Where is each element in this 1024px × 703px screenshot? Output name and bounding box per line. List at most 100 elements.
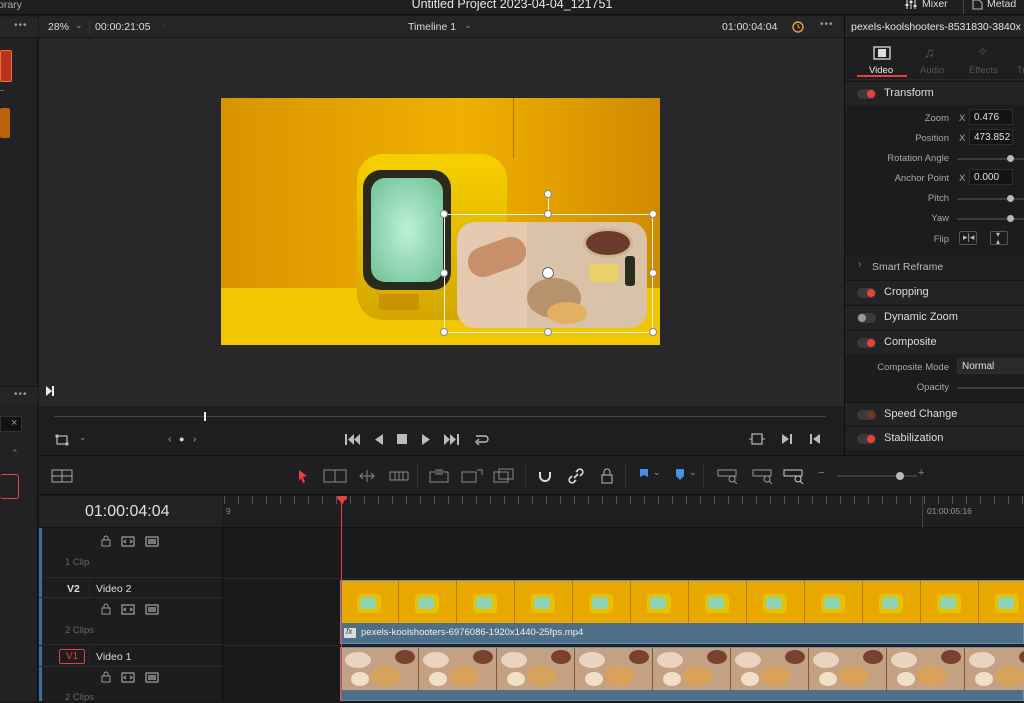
opacity-slider[interactable]: [957, 387, 1024, 389]
prev-edit-icon[interactable]: [809, 433, 821, 445]
lock-track-icon[interactable]: [101, 535, 111, 547]
scrub-bar[interactable]: [54, 416, 826, 417]
anchor-x-input[interactable]: 0.000: [969, 169, 1013, 185]
chevron-up-icon[interactable]: ⌃: [11, 448, 19, 459]
stabilization-section-header[interactable]: Stabilization: [845, 426, 1024, 450]
stabilization-toggle[interactable]: [857, 434, 876, 444]
track-visibility-icon[interactable]: [145, 672, 159, 683]
cropping-section-header[interactable]: Cropping: [845, 280, 1024, 304]
selected-bin[interactable]: [0, 474, 19, 499]
dynamic-trim-icon[interactable]: [357, 469, 377, 483]
composite-toggle[interactable]: [857, 338, 876, 348]
transform-section-header[interactable]: Transform: [845, 81, 1024, 105]
timeline-clip-v1[interactable]: [340, 647, 1024, 701]
auto-select-icon[interactable]: [121, 536, 135, 547]
media-thumbnail[interactable]: [0, 108, 10, 138]
timeline-clip-v2[interactable]: fx pexels-koolshooters-6976086-1920x1440…: [340, 580, 1024, 644]
replace-clip-icon[interactable]: [493, 468, 515, 484]
custom-zoom-icon[interactable]: [783, 468, 805, 484]
anchor-point-handle[interactable]: [542, 267, 554, 279]
rotation-handle[interactable]: [544, 190, 552, 198]
composite-mode-dropdown[interactable]: Normal: [957, 358, 1024, 374]
track-v2[interactable]: V2 Video 2 2 Clips: [39, 578, 223, 645]
timeline-zoom-knob[interactable]: [896, 472, 904, 480]
more-options-icon[interactable]: •••: [820, 19, 834, 30]
match-frame-icon[interactable]: [749, 433, 765, 445]
linked-selection-icon[interactable]: [568, 468, 584, 484]
destination-track-selector[interactable]: V1: [59, 649, 85, 664]
dynamic-zoom-toggle[interactable]: [857, 313, 876, 323]
trim-edit-icon[interactable]: [323, 469, 347, 483]
edge-handle[interactable]: [544, 328, 552, 336]
track-visibility-icon[interactable]: [145, 536, 159, 547]
transform-toggle[interactable]: [857, 89, 876, 99]
tab-transition-partial[interactable]: Tr: [1017, 65, 1024, 76]
lock-track-icon[interactable]: [101, 671, 111, 683]
speed-change-toggle[interactable]: [857, 410, 876, 420]
next-frame-marker-icon[interactable]: [45, 385, 55, 397]
keyframe-dot-icon[interactable]: ●: [179, 434, 184, 444]
overwrite-clip-icon[interactable]: [461, 468, 483, 484]
lock-track-icon[interactable]: [101, 603, 111, 615]
corner-handle[interactable]: [649, 210, 657, 218]
corner-handle[interactable]: [649, 328, 657, 336]
corner-handle[interactable]: [440, 210, 448, 218]
rotation-slider-knob[interactable]: [1007, 155, 1014, 162]
next-keyframe-icon[interactable]: ›: [193, 434, 196, 445]
flip-horizontal-icon[interactable]: ▸|◂: [959, 231, 977, 245]
corner-handle[interactable]: [440, 328, 448, 336]
speed-change-section-header[interactable]: Speed Change: [845, 402, 1024, 426]
track-v3[interactable]: 1 Clip: [39, 528, 223, 578]
smart-reframe-section[interactable]: › Smart Reframe: [845, 254, 1024, 278]
chevron-down-icon[interactable]: ⌄: [79, 432, 87, 443]
cropping-toggle[interactable]: [857, 288, 876, 298]
close-icon[interactable]: ×: [11, 417, 17, 429]
blade-tool-icon[interactable]: [389, 470, 409, 482]
full-extent-zoom-icon[interactable]: [717, 468, 739, 484]
composite-section-header[interactable]: Composite: [845, 330, 1024, 354]
track-name[interactable]: Video 2: [96, 583, 131, 595]
edge-handle[interactable]: [544, 210, 552, 218]
auto-select-icon[interactable]: [121, 672, 135, 683]
timeline-name[interactable]: Timeline 1: [408, 21, 456, 33]
dynamic-zoom-section-header[interactable]: Dynamic Zoom: [845, 305, 1024, 329]
more-options-icon[interactable]: •••: [14, 20, 28, 31]
auto-select-icon[interactable]: [121, 604, 135, 615]
insert-clip-icon[interactable]: [429, 468, 449, 484]
track-name[interactable]: Video 1: [96, 651, 131, 663]
selection-tool-icon[interactable]: [298, 469, 308, 483]
play-reverse-icon[interactable]: [374, 433, 384, 445]
pitch-slider-knob[interactable]: [1007, 195, 1014, 202]
track-v1[interactable]: V1 Video 1 2 Clips: [39, 646, 223, 703]
marker-icon[interactable]: [675, 468, 685, 482]
timeline-timecode[interactable]: 01:00:04:04: [85, 503, 170, 521]
more-options-icon[interactable]: •••: [14, 389, 28, 400]
zoom-x-input[interactable]: 0.476: [969, 109, 1013, 125]
timeline-view-options-icon[interactable]: [51, 469, 73, 483]
media-thumbnail-selected[interactable]: [0, 50, 12, 82]
chevron-down-icon[interactable]: ⌄: [689, 467, 697, 478]
playhead-line[interactable]: [341, 502, 342, 701]
flip-vertical-icon[interactable]: ▾ ▴: [990, 231, 1008, 246]
viewer-sync-icon[interactable]: [791, 20, 805, 34]
metadata-tab[interactable]: Metad: [971, 0, 1016, 10]
edge-handle[interactable]: [440, 269, 448, 277]
zoom-level[interactable]: 28%: [48, 21, 69, 33]
flag-icon[interactable]: [639, 468, 649, 482]
lock-icon[interactable]: [600, 468, 614, 484]
snapping-icon[interactable]: [537, 468, 553, 484]
timeline-area[interactable]: 9 01:00:05:16 fx pexels-koolshooters-697…: [224, 496, 1024, 701]
mixer-tab[interactable]: Mixer: [904, 0, 948, 10]
chevron-down-icon[interactable]: ⌄: [464, 20, 472, 31]
scrub-playhead[interactable]: [204, 412, 206, 421]
tab-video[interactable]: Video: [857, 42, 907, 80]
play-icon[interactable]: [421, 433, 431, 445]
timeline-zoom-slider[interactable]: [837, 475, 917, 477]
position-x-input[interactable]: 473.852: [969, 129, 1013, 145]
stop-icon[interactable]: [397, 433, 408, 445]
loop-icon[interactable]: [473, 433, 489, 445]
detail-zoom-icon[interactable]: [752, 468, 774, 484]
zoom-out-icon[interactable]: −: [818, 467, 824, 479]
search-field[interactable]: ×: [0, 416, 22, 432]
go-to-end-icon[interactable]: [444, 433, 460, 445]
